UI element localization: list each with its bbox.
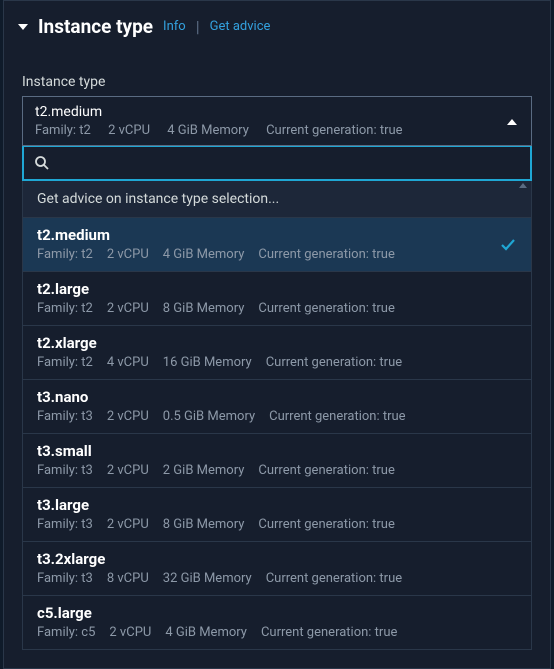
option-meta: Family: t3 2 vCPU 8 GiB Memory Current gene… bbox=[37, 517, 517, 532]
option-generation: Current generation: true bbox=[266, 571, 402, 586]
option-name: t3.large bbox=[37, 496, 517, 514]
selected-instance-name: t2.medium bbox=[35, 104, 519, 120]
option-vcpu: 2 vCPU bbox=[107, 463, 149, 478]
advice-option-label: Get advice on instance type selection... bbox=[37, 191, 279, 207]
option-name: t2.large bbox=[37, 280, 517, 298]
option-meta: Family: t2 2 vCPU 8 GiB Memory Current gene… bbox=[37, 301, 517, 316]
options-list: t2.medium Family: t2 2 vCPU 4 GiB Memory Cur… bbox=[22, 218, 532, 650]
option-generation: Current generation: true bbox=[258, 247, 394, 262]
option-meta: Family: t3 2 vCPU 2 GiB Memory Current gene… bbox=[37, 463, 517, 478]
instance-type-dropdown[interactable]: t2.medium Family: t2 2 vCPU 4 GiB Memory… bbox=[22, 96, 532, 146]
selected-vcpu: 2 vCPU bbox=[108, 123, 150, 138]
selected-generation: Current generation: true bbox=[266, 123, 402, 138]
search-icon bbox=[34, 155, 50, 171]
instance-option[interactable]: t3.small Family: t3 2 vCPU 2 GiB Memory Curr… bbox=[23, 434, 531, 488]
option-family: Family: t2 bbox=[37, 301, 93, 316]
get-advice-link[interactable]: Get advice bbox=[210, 19, 271, 34]
option-vcpu: 2 vCPU bbox=[107, 409, 149, 424]
info-link[interactable]: Info bbox=[163, 19, 186, 34]
option-family: Family: t2 bbox=[37, 247, 93, 262]
option-vcpu: 8 vCPU bbox=[107, 571, 149, 586]
option-family: Family: t2 bbox=[37, 355, 93, 370]
option-memory: 0.5 GiB Memory bbox=[163, 409, 255, 424]
instance-option[interactable]: t2.large Family: t2 2 vCPU 8 GiB Memory Curr… bbox=[23, 272, 531, 326]
option-meta: Family: c5 2 vCPU 4 GiB Memory Current gene… bbox=[37, 625, 517, 640]
option-meta: Family: t2 2 vCPU 4 GiB Memory Current gene… bbox=[37, 247, 517, 262]
selected-family: Family: t2 bbox=[35, 123, 91, 138]
panel-header[interactable]: Instance type Info | Get advice bbox=[4, 1, 550, 52]
option-memory: 4 GiB Memory bbox=[165, 625, 247, 640]
option-family: Family: t3 bbox=[37, 517, 93, 532]
option-memory: 32 GiB Memory bbox=[163, 571, 252, 586]
check-icon bbox=[499, 236, 517, 254]
instance-option[interactable]: t3.2xlarge Family: t3 8 vCPU 32 GiB Memory C… bbox=[23, 542, 531, 596]
option-generation: Current generation: true bbox=[269, 409, 405, 424]
option-vcpu: 2 vCPU bbox=[109, 625, 151, 640]
option-name: t3.small bbox=[37, 442, 517, 460]
instance-option[interactable]: t3.nano Family: t3 2 vCPU 0.5 GiB Memory Cur… bbox=[23, 380, 531, 434]
option-family: Family: t3 bbox=[37, 571, 93, 586]
option-memory: 2 GiB Memory bbox=[163, 463, 245, 478]
option-memory: 16 GiB Memory bbox=[163, 355, 252, 370]
selected-memory: 4 GiB Memory bbox=[167, 123, 249, 138]
option-generation: Current generation: true bbox=[258, 463, 394, 478]
option-name: t3.2xlarge bbox=[37, 550, 517, 568]
search-input[interactable] bbox=[58, 155, 520, 171]
advice-option[interactable]: Get advice on instance type selection... bbox=[22, 181, 532, 218]
caret-down-icon bbox=[18, 24, 28, 30]
option-vcpu: 2 vCPU bbox=[107, 517, 149, 532]
option-family: Family: t3 bbox=[37, 409, 93, 424]
instance-option[interactable]: t3.large Family: t3 2 vCPU 8 GiB Memory Curr… bbox=[23, 488, 531, 542]
instance-option[interactable]: t2.medium Family: t2 2 vCPU 4 GiB Memory Cur… bbox=[23, 218, 531, 272]
option-vcpu: 2 vCPU bbox=[107, 247, 149, 262]
option-vcpu: 4 vCPU bbox=[107, 355, 149, 370]
option-memory: 8 GiB Memory bbox=[163, 301, 245, 316]
option-memory: 8 GiB Memory bbox=[163, 517, 245, 532]
search-wrap[interactable] bbox=[22, 145, 532, 181]
option-name: t2.xlarge bbox=[37, 334, 517, 352]
option-meta: Family: t3 2 vCPU 0.5 GiB Memory Current ge… bbox=[37, 409, 517, 424]
instance-type-panel: Instance type Info | Get advice Instance… bbox=[3, 0, 551, 669]
option-generation: Current generation: true bbox=[261, 625, 397, 640]
option-generation: Current generation: true bbox=[258, 301, 394, 316]
caret-up-icon bbox=[507, 119, 517, 125]
selected-instance-meta: Family: t2 2 vCPU 4 GiB Memory Current g… bbox=[35, 123, 519, 138]
option-memory: 4 GiB Memory bbox=[163, 247, 245, 262]
scroll-up-icon bbox=[519, 183, 527, 188]
instance-option[interactable]: t2.xlarge Family: t2 4 vCPU 16 GiB Memory Cu… bbox=[23, 326, 531, 380]
option-family: Family: t3 bbox=[37, 463, 93, 478]
option-vcpu: 2 vCPU bbox=[107, 301, 149, 316]
panel-body: Instance type t2.medium Family: t2 2 vCP… bbox=[4, 52, 550, 668]
option-family: Family: c5 bbox=[37, 625, 95, 640]
option-generation: Current generation: true bbox=[266, 355, 402, 370]
field-label: Instance type bbox=[22, 74, 532, 90]
option-name: t2.medium bbox=[37, 226, 517, 244]
instance-option[interactable]: c5.large Family: c5 2 vCPU 4 GiB Memory Curr… bbox=[23, 596, 531, 649]
option-meta: Family: t3 8 vCPU 32 GiB Memory Current gen… bbox=[37, 571, 517, 586]
panel-title: Instance type bbox=[38, 15, 153, 38]
option-generation: Current generation: true bbox=[258, 517, 394, 532]
option-meta: Family: t2 4 vCPU 16 GiB Memory Current gen… bbox=[37, 355, 517, 370]
option-name: c5.large bbox=[37, 604, 517, 622]
option-name: t3.nano bbox=[37, 388, 517, 406]
separator: | bbox=[196, 17, 200, 36]
